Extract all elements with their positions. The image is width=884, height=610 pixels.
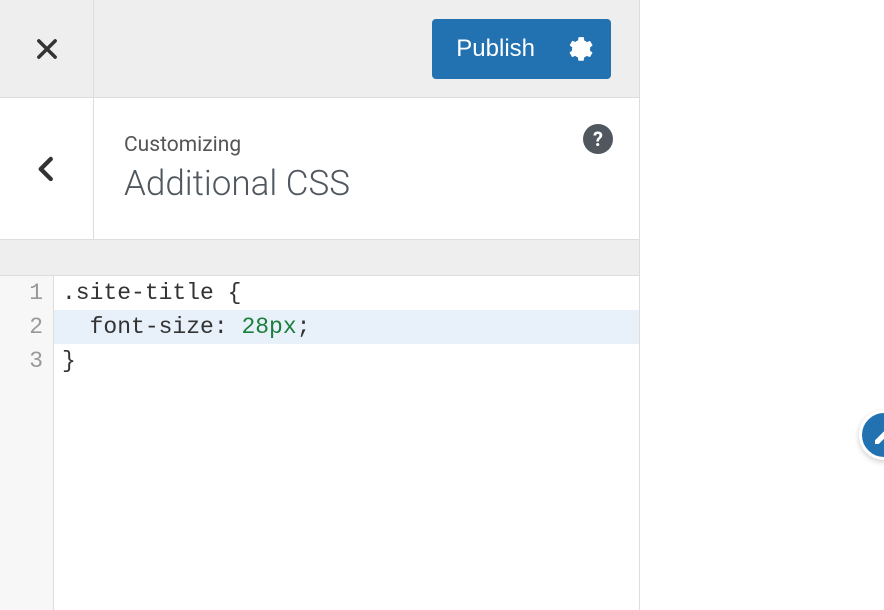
code-line: }: [54, 344, 639, 378]
close-icon: [33, 35, 61, 63]
publish-button-label: Publish: [432, 35, 557, 63]
section-title: Additional CSS: [124, 163, 639, 204]
section-title-area: Customizing Additional CSS ?: [94, 98, 639, 239]
line-number: 3: [0, 344, 43, 378]
section-header: Customizing Additional CSS ?: [0, 98, 639, 240]
breadcrumb: Customizing: [124, 133, 639, 157]
publish-button[interactable]: Publish: [432, 19, 611, 79]
floating-edit-button[interactable]: [859, 410, 884, 460]
close-button[interactable]: [0, 0, 94, 97]
gear-icon: [567, 36, 593, 62]
back-button[interactable]: [0, 98, 94, 239]
customizer-sidebar: Publish Customizing Additional CSS ?: [0, 0, 640, 610]
line-number: 2: [0, 310, 43, 344]
code-area[interactable]: .site-title { font-size: 28px; }: [54, 276, 639, 610]
chevron-left-icon: [32, 154, 62, 184]
pencil-icon: [872, 423, 884, 447]
code-line: font-size: 28px;: [54, 310, 639, 344]
help-button[interactable]: ?: [583, 124, 613, 154]
editor-toolbar-spacer: [0, 240, 639, 276]
css-code-editor[interactable]: 1 2 3 .site-title { font-size: 28px; }: [0, 276, 639, 610]
customizer-topbar: Publish: [0, 0, 639, 98]
publish-area: Publish: [94, 0, 639, 97]
line-gutter: 1 2 3: [0, 276, 54, 610]
publish-settings-button[interactable]: [557, 19, 611, 79]
code-line: .site-title {: [54, 276, 639, 310]
help-icon: ?: [593, 127, 603, 151]
line-number: 1: [0, 276, 43, 310]
